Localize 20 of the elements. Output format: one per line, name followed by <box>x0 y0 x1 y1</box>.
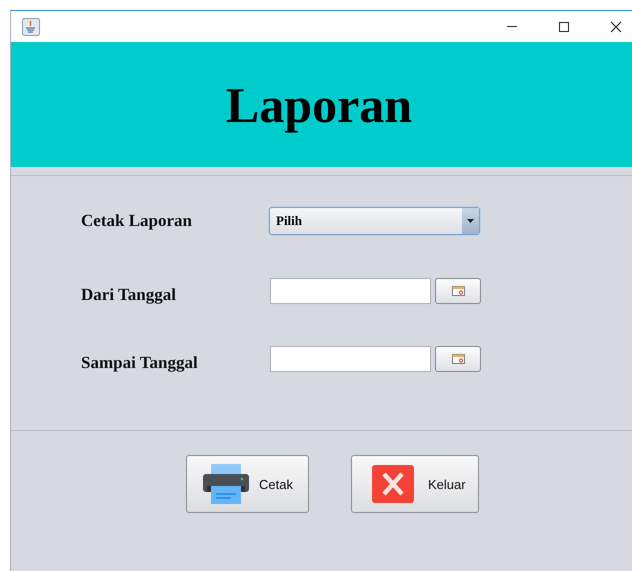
calendar-button[interactable] <box>435 346 481 372</box>
report-dropdown[interactable]: Pilih <box>269 207 480 235</box>
calendar-icon <box>452 286 464 296</box>
field-label: Sampai Tanggal <box>81 352 199 373</box>
date-input-field[interactable] <box>270 346 431 372</box>
printer-icon <box>203 464 249 504</box>
java-app-icon <box>22 18 40 36</box>
calendar-button[interactable] <box>435 278 481 304</box>
close-icon <box>610 20 622 32</box>
calendar-icon <box>452 354 464 364</box>
field-label: Cetak Laporan <box>81 211 193 231</box>
minimize-icon <box>507 26 517 27</box>
action-button[interactable]: Keluar <box>351 455 479 513</box>
field-label: Dari Tanggal <box>81 284 177 305</box>
caret-icon <box>467 219 474 223</box>
maximize-icon <box>558 20 570 32</box>
date-input-field[interactable] <box>270 278 431 304</box>
action-button[interactable]: Cetak <box>186 455 309 513</box>
page-title: Laporan <box>226 76 412 134</box>
close-icon <box>372 465 414 503</box>
